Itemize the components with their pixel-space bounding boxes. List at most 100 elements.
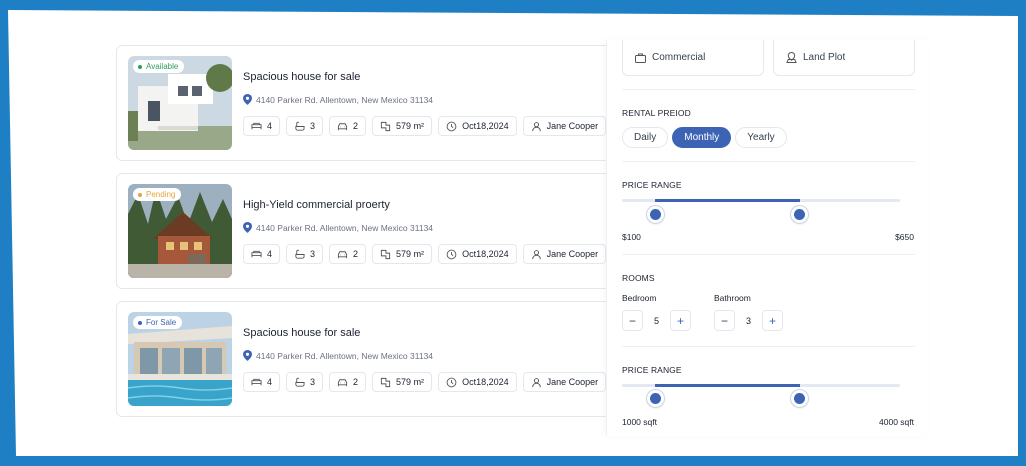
agent-feature: Jane Cooper: [522, 372, 607, 392]
date-value: Oct18,2024: [462, 377, 509, 387]
address-text: 4140 Parker Rd. Allentown, New Mexico 31…: [256, 94, 434, 105]
rental-period-label: RENTAL PREIOD: [622, 108, 691, 118]
price-min-handle[interactable]: [646, 206, 664, 223]
bathroom-stepper: − 3 +: [714, 310, 783, 331]
location-pin-icon: [243, 350, 252, 361]
property-image: Pending: [128, 184, 232, 278]
area-min-handle[interactable]: [646, 390, 664, 407]
area-range-label: PRICE RANGE: [622, 365, 682, 375]
bath-icon: [295, 121, 305, 131]
baths-value: 3: [310, 249, 316, 259]
status-label: Available: [146, 62, 179, 71]
bedroom-increment-button[interactable]: +: [670, 310, 691, 331]
area-value: 579 m²: [396, 121, 425, 131]
baths-feature: 3: [286, 372, 324, 392]
filter-panel: Commercial Land Plot RENTAL PREIOD Daily…: [606, 40, 928, 436]
bedroom-value: 5: [653, 315, 659, 326]
area-feature: 579 m²: [372, 116, 433, 136]
price-max-handle[interactable]: [791, 206, 809, 223]
divider: [622, 161, 915, 162]
status-badge: For Sale: [133, 316, 183, 329]
baths-feature: 3: [286, 244, 324, 264]
area-min-value: 1000 sqft: [622, 417, 657, 427]
price-min-value: $100: [622, 232, 641, 242]
bed-icon: [251, 378, 262, 385]
beds-value: 4: [267, 121, 273, 131]
price-range-track[interactable]: [622, 199, 900, 202]
garage-value: 2: [353, 377, 359, 387]
beds-feature: 4: [243, 372, 281, 392]
agent-feature: Jane Cooper: [522, 116, 607, 136]
agent-value: Jane Cooper: [546, 121, 599, 131]
bath-icon: [295, 249, 305, 259]
bath-icon: [295, 377, 305, 387]
car-icon: [337, 378, 348, 386]
listing-title[interactable]: Spacious house for sale: [243, 71, 360, 83]
garage-value: 2: [353, 249, 359, 259]
listing-address: 4140 Parker Rd. Allentown, New Mexico 31…: [243, 350, 433, 361]
garage-feature: 2: [329, 244, 367, 264]
garage-feature: 2: [329, 116, 367, 136]
area-value: 579 m²: [396, 377, 425, 387]
area-range-track[interactable]: [622, 384, 900, 387]
clock-icon: [446, 377, 457, 387]
bedroom-stepper: − 5 +: [622, 310, 691, 331]
property-image: Available: [128, 56, 232, 150]
area-icon: [380, 249, 391, 259]
bed-icon: [251, 250, 262, 257]
rental-period-options: Daily Monthly Yearly: [622, 127, 787, 148]
listing-card[interactable]: Available Spacious house for sale 4140 P…: [116, 45, 616, 161]
address-text: 4140 Parker Rd. Allentown, New Mexico 31…: [256, 222, 434, 233]
agent-value: Jane Cooper: [546, 377, 599, 387]
period-yearly-button[interactable]: Yearly: [735, 127, 787, 148]
location-pin-icon: [243, 222, 252, 233]
listing-title[interactable]: Spacious house for sale: [243, 327, 360, 339]
bedroom-decrement-button[interactable]: −: [622, 310, 643, 331]
beds-feature: 4: [243, 116, 281, 136]
clock-icon: [446, 249, 457, 259]
address-text: 4140 Parker Rd. Allentown, New Mexico 31…: [256, 350, 434, 361]
listing-card[interactable]: Pending High-Yield commercial proerty 41…: [116, 173, 616, 289]
listing-card[interactable]: For Sale Spacious house for sale 4140 Pa…: [116, 301, 616, 417]
status-label: For Sale: [146, 318, 177, 327]
price-range-label: PRICE RANGE: [622, 180, 682, 190]
date-value: Oct18,2024: [462, 121, 509, 131]
bed-icon: [251, 122, 262, 129]
property-type-land-plot[interactable]: Land Plot: [773, 40, 915, 76]
location-pin-icon: [243, 94, 252, 105]
briefcase-icon: [635, 53, 646, 63]
area-value: 579 m²: [396, 249, 425, 259]
baths-value: 3: [310, 121, 316, 131]
period-monthly-button[interactable]: Monthly: [672, 127, 732, 148]
status-dot: [138, 192, 142, 197]
land-plot-icon: [786, 52, 797, 63]
listing-title[interactable]: High-Yield commercial proerty: [243, 199, 390, 211]
beds-value: 4: [267, 377, 273, 387]
status-label: Pending: [146, 190, 176, 199]
garage-feature: 2: [329, 372, 367, 392]
listing-address: 4140 Parker Rd. Allentown, New Mexico 31…: [243, 94, 433, 105]
area-feature: 579 m²: [372, 244, 433, 264]
area-max-handle[interactable]: [791, 390, 809, 407]
feature-list: 4 3 2 579 m² Oct18,2024 Jane Cooper: [243, 116, 607, 136]
status-badge: Pending: [133, 188, 182, 201]
bathroom-increment-button[interactable]: +: [762, 310, 783, 331]
period-daily-button[interactable]: Daily: [622, 127, 669, 148]
price-max-value: $650: [895, 232, 914, 242]
property-type-label: Commercial: [652, 52, 706, 63]
listing-address: 4140 Parker Rd. Allentown, New Mexico 31…: [243, 222, 433, 233]
clock-icon: [446, 121, 457, 131]
date-value: Oct18,2024: [462, 249, 509, 259]
bathroom-decrement-button[interactable]: −: [714, 310, 735, 331]
agent-feature: Jane Cooper: [522, 244, 607, 264]
property-type-label: Land Plot: [803, 52, 846, 63]
car-icon: [337, 122, 348, 130]
area-icon: [380, 377, 391, 387]
status-dot: [138, 320, 142, 325]
property-type-commercial[interactable]: Commercial: [622, 40, 764, 76]
price-range-fill: [655, 199, 800, 202]
divider: [622, 254, 915, 255]
car-icon: [337, 250, 348, 258]
area-feature: 579 m²: [372, 372, 433, 392]
user-icon: [531, 377, 541, 387]
